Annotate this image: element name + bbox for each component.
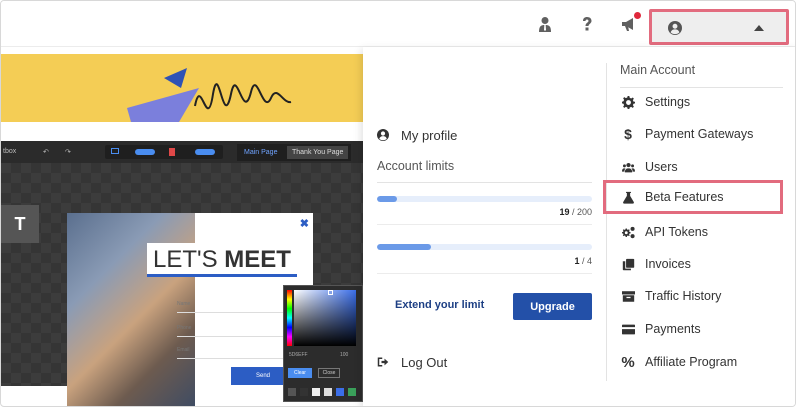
swatch[interactable] [312,388,320,396]
app-window: tbox ↶ ↷ Main Page Thank You Page T LET'… [0,0,796,407]
tab-main-page[interactable]: Main Page [239,146,282,159]
divider [377,224,592,225]
name-field[interactable]: Name [177,301,295,313]
swatch[interactable] [300,388,308,396]
archive-icon [620,288,636,304]
tab-thank-you-page[interactable]: Thank You Page [287,146,349,159]
menu-item-payment-gateways[interactable]: $ Payment Gateways [620,122,783,146]
desktop-toggle[interactable] [135,149,155,155]
column-divider [606,63,607,381]
toolbar-label: tbox [3,148,17,155]
menu-item-label: Beta Features [645,190,724,204]
log-out-label: Log Out [401,354,448,370]
limit-bar [377,244,592,250]
email-field[interactable]: Email [177,347,295,359]
menu-item-api-tokens[interactable]: API Tokens [620,220,783,244]
picker-handle[interactable] [328,290,333,295]
my-profile-link[interactable]: My profile [377,125,457,145]
limit-used: 19 [559,207,570,217]
mobile-icon[interactable] [169,148,175,156]
limit-used: 1 [574,256,580,266]
menu-item-label: Affiliate Program [645,355,738,369]
picker-close-button[interactable]: Close [318,368,340,378]
users-icon [620,159,636,175]
color-picker[interactable]: 5D6EFF 100 Clear Close [283,285,363,402]
saturation-area[interactable] [294,290,356,346]
limit-count: 19 / 200 [559,207,592,217]
menu-item-label: Payment Gateways [645,127,754,141]
menu-item-label: Invoices [645,257,691,271]
opacity-value[interactable]: 100 [340,352,348,358]
editor-toolbar: tbox ↶ ↷ Main Page Thank You Page [1,141,363,163]
swatch[interactable] [348,388,356,396]
swatch[interactable] [324,388,332,396]
divider [377,273,592,274]
divider [620,87,783,88]
menu-item-traffic-history[interactable]: Traffic History [620,284,783,308]
menu-item-label: Users [645,160,678,174]
user-tie-icon[interactable] [536,15,554,33]
account-dropdown: My profile Account limits 19 / 200 1 / 4… [363,47,795,406]
main-account-title: Main Account [620,63,696,77]
close-icon[interactable]: ✖ [300,217,309,230]
limit-count: 1 / 4 [574,256,592,266]
limit-total: 200 [576,207,592,217]
log-out-link[interactable]: Log Out [377,352,447,372]
limit-total: 4 [586,256,592,266]
account-limits-title: Account limits [377,159,455,173]
extend-limit-link[interactable]: Extend your limit [395,299,484,311]
user-circle-icon [668,21,682,35]
upgrade-button[interactable]: Upgrade [513,293,592,320]
limit-bar [377,196,592,202]
swatch[interactable] [288,388,296,396]
headline-light: LET'S [153,246,218,273]
popup-preview: LET'S MEET ✖ Name Phone Email Send [67,213,313,406]
swatch[interactable] [336,388,344,396]
my-profile-label: My profile [401,127,458,143]
caret-up-icon [754,25,764,31]
page-tabs: Main Page Thank You Page [237,144,351,161]
percent-icon: % [621,353,635,371]
hue-slider[interactable] [287,290,292,346]
headline-bold: MEET [224,246,291,273]
menu-item-invoices[interactable]: Invoices [620,252,783,276]
limit-bar-fill [377,244,431,250]
device-toggles [105,145,223,159]
redo-icon[interactable]: ↷ [65,148,71,156]
sign-out-icon [377,357,389,367]
menu-item-affiliate-program[interactable]: % Affiliate Program [620,350,783,374]
top-bar [1,1,795,47]
copy-icon [620,256,636,272]
hex-value[interactable]: 5D6EFF [289,352,308,358]
question-icon[interactable] [578,15,596,33]
menu-item-beta-features[interactable]: Beta Features [603,180,783,214]
cogs-icon [620,224,636,240]
desktop-icon[interactable] [111,148,119,154]
limit-bar-fill [377,196,398,202]
dollar-icon: $ [624,126,632,142]
banner-image [1,54,363,122]
user-circle-icon [377,129,389,141]
text-tool-button[interactable]: T [1,205,39,243]
swatches [288,388,356,396]
mobile-toggle[interactable] [195,149,215,155]
popup-headline: LET'S MEET [147,243,297,277]
menu-item-label: Payments [645,322,701,336]
phone-field[interactable]: Phone [177,325,295,337]
menu-item-payments[interactable]: Payments [620,317,783,341]
undo-icon[interactable]: ↶ [43,148,49,156]
menu-item-label: Settings [645,95,691,109]
picker-clear-button[interactable]: Clear [288,368,312,378]
flask-icon [620,189,636,205]
notification-dot [634,12,641,19]
menu-item-settings[interactable]: Settings [620,90,783,114]
menu-item-users[interactable]: Users [620,155,783,179]
menu-item-label: Traffic History [645,289,722,303]
menu-item-label: API Tokens [645,225,709,239]
credit-card-icon [620,321,636,337]
gear-icon [620,94,636,110]
divider [377,182,592,183]
account-menu-button[interactable] [649,9,789,45]
megaphone-icon[interactable] [620,12,641,33]
